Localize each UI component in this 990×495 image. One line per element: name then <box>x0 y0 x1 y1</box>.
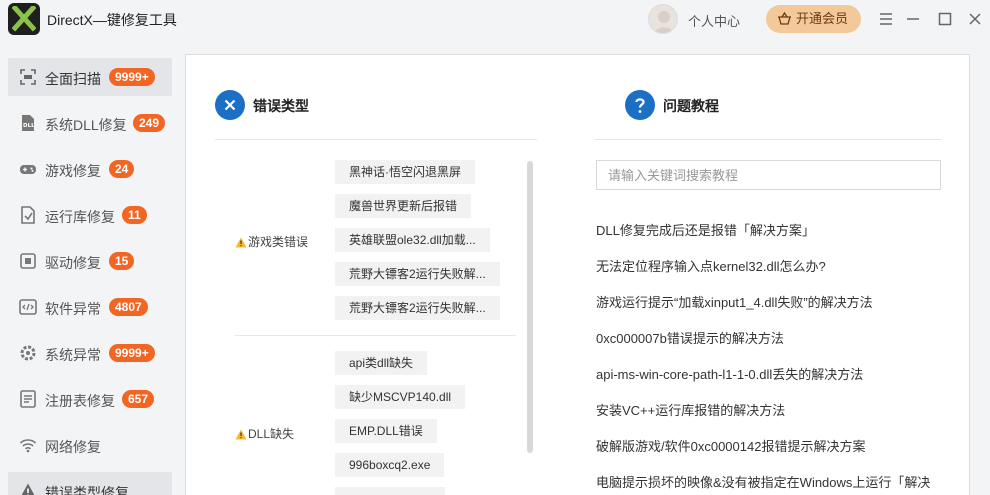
driver-icon <box>20 253 36 269</box>
sidebar-item-registry[interactable]: 注册表修复 657 <box>8 380 172 418</box>
error-item-link[interactable]: 黑神话·悟空闪退黑屏 <box>335 160 475 184</box>
tutorial-link[interactable]: api-ms-win-core-path-l1-1-0.dll丢失的解决方法 <box>596 365 946 385</box>
sidebar-item-label: 系统DLL修复 <box>45 117 127 133</box>
warning-icon <box>235 429 247 440</box>
error-item-link[interactable]: 荒野大镖客2运行失败解... <box>335 262 500 286</box>
count-badge: 24 <box>109 160 135 178</box>
count-badge: 9999+ <box>109 68 155 86</box>
main-panel: 错误类型 游戏类错误 黑神话·悟空闪退黑屏 魔兽世界更新后报错 英雄联盟ole3… <box>185 54 970 495</box>
tutorial-link[interactable]: 安装VC++运行库报错的解决方法 <box>596 401 946 421</box>
dll-icon: DLL <box>22 115 35 131</box>
warning-icon <box>235 237 247 248</box>
user-center-link[interactable]: 个人中心 <box>688 11 740 30</box>
tutorials-header: 问题教程 <box>625 90 825 120</box>
scrollbar[interactable] <box>527 161 533 453</box>
error-types-title: 错误类型 <box>253 98 309 114</box>
sidebar-item-network[interactable]: 网络修复 <box>8 426 172 464</box>
sidebar-item-game[interactable]: 游戏修复 24 <box>8 150 172 188</box>
close-circle-icon <box>215 90 245 120</box>
menu-icon[interactable] <box>877 10 895 28</box>
sidebar-item-label: 驱动修复 <box>45 255 101 271</box>
app-title: DirectX—键修复工具 <box>47 12 177 28</box>
count-badge: 249 <box>133 114 166 132</box>
close-icon[interactable] <box>966 10 984 28</box>
wifi-icon <box>19 439 37 453</box>
error-item-link[interactable]: 996boxcq2.exe <box>335 453 445 477</box>
sidebar-item-full-scan[interactable]: 全面扫描 9999+ <box>8 58 172 96</box>
vip-button[interactable]: 开通会员 <box>766 5 861 33</box>
title-bar: DirectX—键修复工具 个人中心 开通会员 <box>0 0 990 38</box>
sidebar-item-software[interactable]: 软件异常 4807 <box>8 288 172 326</box>
app-logo-icon <box>8 3 40 35</box>
scan-icon <box>20 69 36 85</box>
sidebar-item-label: 运行库修复 <box>45 209 115 225</box>
registry-icon <box>20 390 36 408</box>
divider <box>215 139 537 140</box>
warning-icon <box>21 483 35 495</box>
divider <box>595 139 941 140</box>
runtime-icon <box>21 206 35 224</box>
error-item-link-partial[interactable] <box>335 487 445 495</box>
error-item-link[interactable]: 缺少MSCVP140.dll <box>335 385 466 409</box>
crown-icon <box>778 12 791 25</box>
sidebar-item-label: 错误类型修复 <box>45 485 129 495</box>
avatar[interactable] <box>648 4 678 34</box>
question-circle-icon <box>625 90 655 120</box>
error-item-link[interactable]: 荒野大镖客2运行失败解... <box>335 296 500 320</box>
minimize-icon[interactable] <box>904 10 922 28</box>
error-item-link[interactable]: api类dll缺失 <box>335 351 428 375</box>
tutorial-link[interactable]: DLL修复完成后还是报错「解决方案」 <box>596 221 946 241</box>
sidebar-item-label: 游戏修复 <box>45 163 101 179</box>
error-item-link[interactable]: 魔兽世界更新后报错 <box>335 194 472 218</box>
svg-text:DLL: DLL <box>23 123 35 129</box>
tutorial-link[interactable]: 游戏运行提示“加载xinput1_4.dll失败”的解决方法 <box>596 293 946 313</box>
count-badge: 657 <box>122 390 155 408</box>
count-badge: 11 <box>122 206 147 224</box>
sidebar-item-label: 注册表修复 <box>45 393 115 409</box>
sidebar-item-label: 网络修复 <box>45 439 101 455</box>
sidebar-item-label: 软件异常 <box>45 301 101 317</box>
count-badge: 15 <box>109 252 135 270</box>
search-input[interactable] <box>596 160 941 190</box>
maximize-icon[interactable] <box>936 10 954 28</box>
error-item-link[interactable]: EMP.DLL错误 <box>335 419 437 443</box>
group-label-game-errors: 游戏类错误 <box>235 233 308 250</box>
vip-label: 开通会员 <box>796 11 849 26</box>
group-label-dll-missing: DLL缺失 <box>235 425 294 442</box>
gamepad-icon <box>20 165 36 174</box>
tutorial-link[interactable]: 破解版游戏/软件0xc0000142报错提示解决方案 <box>596 437 946 457</box>
count-badge: 4807 <box>109 298 148 316</box>
divider <box>235 335 516 336</box>
tutorials-title: 问题教程 <box>663 98 719 114</box>
sidebar-item-runtime[interactable]: 运行库修复 11 <box>8 196 172 234</box>
sidebar-item-system[interactable]: 系统异常 9999+ <box>8 334 172 372</box>
sidebar-item-dll[interactable]: DLL 系统DLL修复 249 <box>8 104 172 142</box>
error-item-link[interactable]: 英雄联盟ole32.dll加载... <box>335 228 490 252</box>
gear-icon <box>20 345 36 361</box>
tutorial-link[interactable]: 电脑提示损坏的映像&没有被指定在Windows上运行「解决方案」 <box>596 473 941 495</box>
tutorial-link[interactable]: 0xc000007b错误提示的解决方法 <box>596 329 946 349</box>
error-types-header: 错误类型 <box>215 90 415 120</box>
sidebar-item-driver[interactable]: 驱动修复 15 <box>8 242 172 280</box>
sidebar-item-error-type[interactable]: 错误类型修复 <box>8 472 172 495</box>
count-badge: 9999+ <box>109 344 155 362</box>
code-icon <box>19 299 37 315</box>
tutorial-link[interactable]: 无法定位程序输入点kernel32.dll怎么办? <box>596 257 946 277</box>
sidebar-item-label: 系统异常 <box>45 347 101 363</box>
sidebar-item-label: 全面扫描 <box>45 71 101 87</box>
